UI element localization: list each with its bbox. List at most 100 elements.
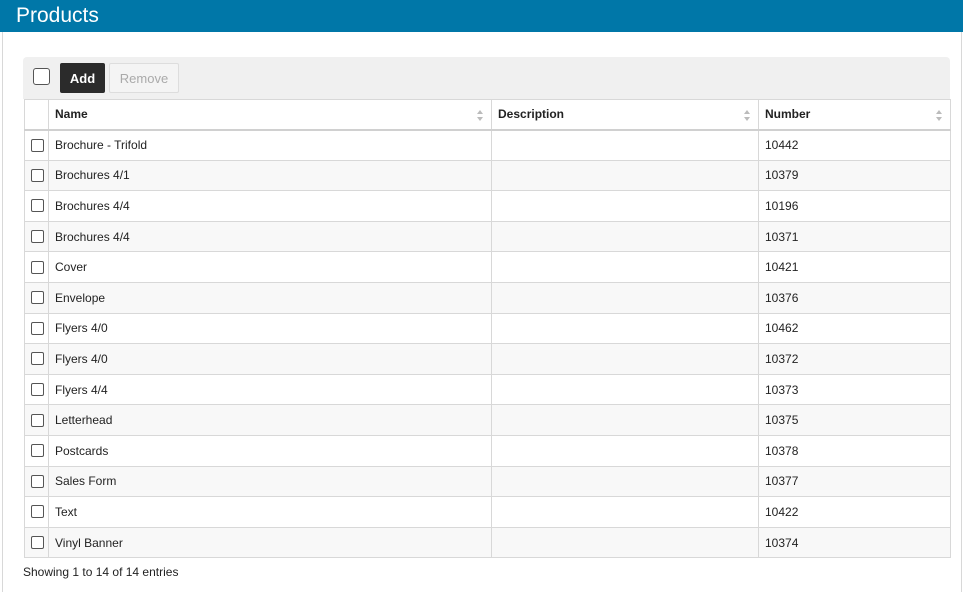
table-body: Brochure - Trifold 10442 Brochures 4/1 1037… bbox=[24, 129, 951, 559]
cell-number: 10373 bbox=[758, 373, 951, 406]
cell-name: Brochures 4/1 bbox=[48, 159, 492, 192]
row-checkbox[interactable] bbox=[31, 474, 44, 488]
row-check-cell bbox=[24, 373, 49, 406]
table-row[interactable]: Brochures 4/4 10196 bbox=[24, 190, 951, 222]
sort-icon bbox=[936, 110, 942, 121]
cell-number: 10379 bbox=[758, 159, 951, 192]
row-check-cell bbox=[24, 496, 49, 528]
sort-icon bbox=[477, 110, 483, 121]
table-row[interactable]: Sales Form 10377 bbox=[24, 465, 951, 498]
row-checkbox[interactable] bbox=[31, 199, 44, 213]
cell-name: Brochures 4/4 bbox=[48, 220, 492, 253]
row-checkbox[interactable] bbox=[31, 321, 44, 335]
row-check-cell bbox=[24, 220, 49, 253]
cell-description bbox=[491, 465, 759, 498]
row-check-cell bbox=[24, 190, 49, 222]
table-row[interactable]: Flyers 4/0 10372 bbox=[24, 343, 951, 375]
add-button[interactable]: Add bbox=[60, 63, 105, 93]
cell-description bbox=[491, 281, 759, 314]
row-check-cell bbox=[24, 159, 49, 192]
products-table: Name Description Number Brochure - Trifo… bbox=[24, 99, 951, 559]
cell-description bbox=[491, 404, 759, 436]
table-row[interactable]: Postcards 10378 bbox=[24, 434, 951, 467]
column-header-description[interactable]: Description bbox=[491, 99, 759, 131]
table-row[interactable]: Brochure - Trifold 10442 bbox=[24, 129, 951, 161]
toolbar: Add Remove bbox=[23, 57, 950, 99]
cell-description bbox=[491, 190, 759, 222]
table-row[interactable]: Envelope 10376 bbox=[24, 281, 951, 314]
sort-icon bbox=[744, 110, 750, 121]
row-check-cell bbox=[24, 434, 49, 467]
table-row[interactable]: Flyers 4/4 10373 bbox=[24, 373, 951, 406]
cell-name: Flyers 4/0 bbox=[48, 343, 492, 375]
row-checkbox[interactable] bbox=[31, 413, 44, 427]
row-checkbox[interactable] bbox=[31, 168, 44, 182]
row-check-cell bbox=[24, 343, 49, 375]
cell-name: Postcards bbox=[48, 434, 492, 467]
cell-name: Flyers 4/4 bbox=[48, 373, 492, 406]
cell-description bbox=[491, 312, 759, 345]
row-check-cell bbox=[24, 129, 49, 161]
row-checkbox[interactable] bbox=[31, 291, 44, 305]
cell-number: 10422 bbox=[758, 496, 951, 528]
cell-description bbox=[491, 159, 759, 192]
row-checkbox[interactable] bbox=[31, 536, 44, 550]
cell-name: Brochure - Trifold bbox=[48, 129, 492, 161]
table-row[interactable]: Flyers 4/0 10462 bbox=[24, 312, 951, 345]
column-header-name[interactable]: Name bbox=[48, 99, 492, 131]
cell-number: 10421 bbox=[758, 251, 951, 283]
cell-name: Brochures 4/4 bbox=[48, 190, 492, 222]
row-checkbox[interactable] bbox=[31, 505, 44, 519]
cell-description bbox=[491, 496, 759, 528]
cell-name: Cover bbox=[48, 251, 492, 283]
row-check-cell bbox=[24, 312, 49, 345]
row-checkbox[interactable] bbox=[31, 444, 44, 458]
row-checkbox[interactable] bbox=[31, 138, 44, 152]
cell-number: 10462 bbox=[758, 312, 951, 345]
row-check-cell bbox=[24, 281, 49, 314]
column-header-label: Name bbox=[55, 107, 88, 122]
cell-name: Flyers 4/0 bbox=[48, 312, 492, 345]
header-check-cell bbox=[24, 99, 49, 131]
table-row[interactable]: Brochures 4/4 10371 bbox=[24, 220, 951, 253]
remove-button[interactable]: Remove bbox=[109, 63, 179, 93]
page-title: Products bbox=[0, 0, 963, 32]
cell-number: 10374 bbox=[758, 526, 951, 559]
table-row[interactable]: Vinyl Banner 10374 bbox=[24, 526, 951, 559]
row-checkbox[interactable] bbox=[31, 230, 44, 244]
cell-number: 10377 bbox=[758, 465, 951, 498]
cell-description bbox=[491, 251, 759, 283]
column-header-label: Number bbox=[765, 107, 811, 122]
select-all-checkbox[interactable] bbox=[33, 68, 50, 85]
row-check-cell bbox=[24, 465, 49, 498]
cell-name: Envelope bbox=[48, 281, 492, 314]
table-header-row: Name Description Number bbox=[24, 99, 951, 131]
cell-description bbox=[491, 220, 759, 253]
cell-number: 10375 bbox=[758, 404, 951, 436]
cell-number: 10378 bbox=[758, 434, 951, 467]
table-row[interactable]: Letterhead 10375 bbox=[24, 404, 951, 436]
cell-number: 10196 bbox=[758, 190, 951, 222]
row-check-cell bbox=[24, 404, 49, 436]
cell-name: Sales Form bbox=[48, 465, 492, 498]
row-check-cell bbox=[24, 251, 49, 283]
cell-description bbox=[491, 343, 759, 375]
table-row[interactable]: Brochures 4/1 10379 bbox=[24, 159, 951, 192]
cell-description bbox=[491, 434, 759, 467]
cell-number: 10372 bbox=[758, 343, 951, 375]
cell-name: Text bbox=[48, 496, 492, 528]
row-checkbox[interactable] bbox=[31, 352, 44, 366]
row-checkbox[interactable] bbox=[31, 260, 44, 274]
cell-description bbox=[491, 373, 759, 406]
column-header-number[interactable]: Number bbox=[758, 99, 951, 131]
cell-number: 10371 bbox=[758, 220, 951, 253]
cell-name: Vinyl Banner bbox=[48, 526, 492, 559]
row-check-cell bbox=[24, 526, 49, 559]
table-row[interactable]: Text 10422 bbox=[24, 496, 951, 528]
cell-number: 10442 bbox=[758, 129, 951, 161]
cell-description bbox=[491, 526, 759, 559]
table-row[interactable]: Cover 10421 bbox=[24, 251, 951, 283]
column-header-label: Description bbox=[498, 107, 565, 122]
cell-number: 10376 bbox=[758, 281, 951, 314]
row-checkbox[interactable] bbox=[31, 383, 44, 397]
